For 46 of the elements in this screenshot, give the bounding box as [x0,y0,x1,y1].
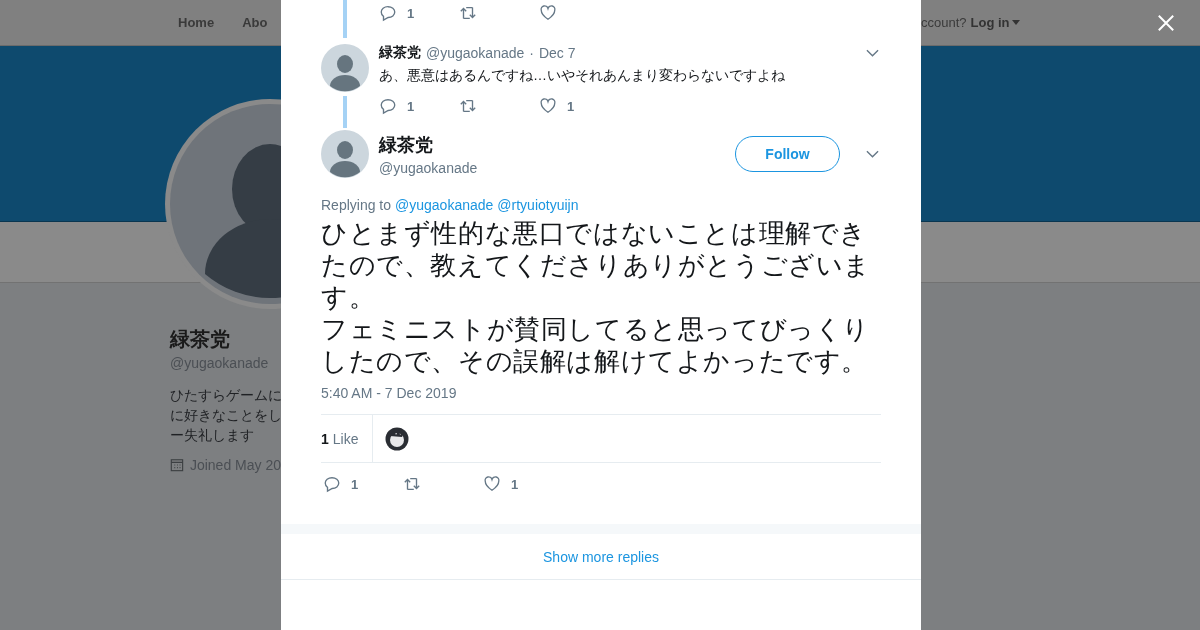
chevron-down-icon[interactable] [866,150,879,158]
action-count: 1 [351,476,359,492]
action-count: 1 [407,98,415,114]
profile-bio-line: に好きなことをし [170,406,281,425]
reply-icon[interactable] [323,475,341,493]
separator-dot: · [529,45,534,61]
author-handle[interactable]: @yugaokanade [379,159,478,176]
retweet-icon[interactable] [459,97,477,115]
reply-icon[interactable] [379,4,397,22]
close-icon[interactable] [1157,13,1175,32]
avatar-icon[interactable] [385,426,410,451]
avatar-icon [321,130,369,178]
profile-name: 緑茶党 [170,327,231,352]
retweet-icon[interactable] [403,475,421,493]
profile-bio-line: ー失礼します [170,426,255,445]
retweet-icon[interactable] [459,4,477,22]
like-count[interactable]: 1 Like [321,415,374,462]
author-name[interactable]: 緑茶党 [379,132,478,157]
nav-link[interactable]: Home [178,15,215,30]
calendar-icon [170,457,184,473]
account-prompt: ccount? [921,15,967,30]
avatar-icon [321,44,369,92]
tweet-text-paragraph: ひとまず性的な悪口ではないことは理解できたので、教えてくださりありがとうございます。 [321,218,872,313]
profile-bio-line: ひたすらゲームに [170,386,281,405]
heart-icon[interactable] [539,97,557,115]
mention-link[interactable]: @yugaokanade [395,197,494,213]
login-link[interactable]: Log in [970,15,1010,30]
follow-button[interactable]: Follow [735,136,840,172]
tweet-date[interactable]: Dec 7 [538,45,576,61]
nav-link[interactable]: Abo [242,15,268,30]
replying-label: Replying to [321,197,392,213]
tweet-timestamp[interactable]: 5:40 AM - 7 Dec 2019 [321,385,881,401]
author-name[interactable]: 緑茶党 [379,44,421,62]
author-handle[interactable]: @yugaokanade [426,45,525,61]
caret-icon[interactable] [1011,20,1020,25]
action-count: 1 [567,98,575,114]
heart-icon[interactable] [539,4,557,22]
tweet-text: あ、悪意はあるんですね…いやそれあんまり変わらないですよね [379,67,786,85]
reply-icon[interactable] [379,97,397,115]
action-count: 1 [511,476,519,492]
chevron-down-icon[interactable] [866,49,879,57]
tweet-text-paragraph: フェミニストが賛同してると思ってびっくりしたので、その誤解は解けてよかったです。 [321,314,871,377]
action-count: 1 [407,5,415,21]
heart-icon[interactable] [483,475,501,493]
mention-link[interactable]: @rtyuiotyuijn [497,197,579,213]
show-more-replies-link[interactable]: Show more replies [543,548,659,565]
